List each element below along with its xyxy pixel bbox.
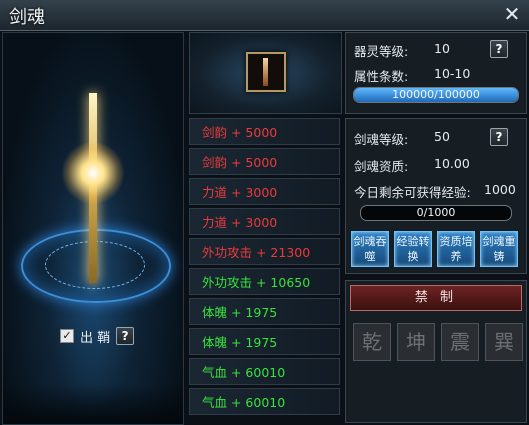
sword-icon-frame bbox=[189, 32, 342, 114]
forbid-panel: 禁 制 乾 坤 震 巽 bbox=[345, 280, 527, 423]
exp-progress-text: 0/1000 bbox=[416, 206, 456, 219]
draw-sword-row: ✓ 出 鞘 ? bbox=[60, 327, 135, 346]
exp-remaining-label: 今日剩余可获得经验: bbox=[354, 185, 471, 200]
sword-scene: ✓ 出 鞘 ? bbox=[2, 32, 184, 425]
trigram-slots: 乾 坤 震 巽 bbox=[353, 323, 523, 361]
soul-action-buttons: 剑魂吞噬 经验转换 资质培养 剑魂重铸 bbox=[351, 231, 518, 267]
draw-sword-checkbox[interactable]: ✓ bbox=[60, 329, 74, 343]
spirit-level-value: 10 bbox=[434, 41, 450, 56]
sword-glow bbox=[61, 141, 125, 205]
exp-remaining-value: 1000 bbox=[484, 182, 516, 197]
forbid-title: 禁 制 bbox=[350, 285, 522, 311]
title-bar: 剑魂 ✕ bbox=[0, 0, 529, 31]
exp-convert-button[interactable]: 经验转换 bbox=[394, 231, 432, 267]
window-title: 剑魂 bbox=[9, 7, 45, 28]
soul-help-button[interactable]: ? bbox=[490, 128, 508, 146]
soul-level-label: 剑魂等级: bbox=[354, 132, 409, 147]
attribute-row: 力道 + 3000 bbox=[189, 178, 340, 205]
trigram-xun[interactable]: 巽 bbox=[485, 323, 523, 361]
soul-aptitude-label: 剑魂资质: bbox=[354, 159, 409, 174]
aptitude-train-button[interactable]: 资质培养 bbox=[437, 231, 475, 267]
attribute-row: 外功攻击 + 10650 bbox=[189, 268, 340, 295]
recast-button[interactable]: 剑魂重铸 bbox=[480, 231, 518, 267]
attribute-row: 外功攻击 + 21300 bbox=[189, 238, 340, 265]
devour-button[interactable]: 剑魂吞噬 bbox=[351, 231, 389, 267]
attribute-row: 体魄 + 1975 bbox=[189, 328, 340, 355]
spirit-panel: 器灵等级: 10 ? 属性条数: 10-10 100000/100000 bbox=[345, 32, 527, 114]
attribute-row: 力道 + 3000 bbox=[189, 208, 340, 235]
attr-count-label: 属性条数: bbox=[354, 69, 409, 84]
exp-progress-bar: 0/1000 bbox=[360, 205, 512, 221]
attribute-row: 气血 + 60010 bbox=[189, 388, 340, 415]
draw-sword-label: 出 鞘 bbox=[80, 330, 111, 346]
spirit-level-label: 器灵等级: bbox=[354, 44, 409, 59]
attribute-list: 剑韵 + 5000 剑韵 + 5000 力道 + 3000 力道 + 3000 … bbox=[189, 118, 340, 418]
trigram-qian[interactable]: 乾 bbox=[353, 323, 391, 361]
attr-count-value: 10-10 bbox=[434, 66, 471, 81]
trigram-kun[interactable]: 坤 bbox=[397, 323, 435, 361]
attribute-row: 气血 + 60010 bbox=[189, 358, 340, 385]
attribute-row: 剑韵 + 5000 bbox=[189, 118, 340, 145]
blade-icon bbox=[263, 58, 268, 86]
scene-help-button[interactable]: ? bbox=[116, 327, 135, 345]
attribute-row: 剑韵 + 5000 bbox=[189, 148, 340, 175]
soul-panel: 剑魂等级: 50 ? 剑魂资质: 10.00 今日剩余可获得经验: 1000 0… bbox=[345, 118, 527, 274]
soul-level-value: 50 bbox=[434, 129, 450, 144]
soul-aptitude-value: 10.00 bbox=[434, 156, 470, 171]
spirit-help-button[interactable]: ? bbox=[490, 40, 508, 58]
trigram-zhen[interactable]: 震 bbox=[441, 323, 479, 361]
spirit-progress-text: 100000/100000 bbox=[392, 88, 480, 101]
spirit-progress-bar: 100000/100000 bbox=[353, 87, 519, 103]
close-icon[interactable]: ✕ bbox=[503, 4, 521, 24]
sword-item-icon[interactable] bbox=[246, 52, 286, 92]
scene-mountains bbox=[3, 384, 183, 424]
attribute-row: 体魄 + 1975 bbox=[189, 298, 340, 325]
